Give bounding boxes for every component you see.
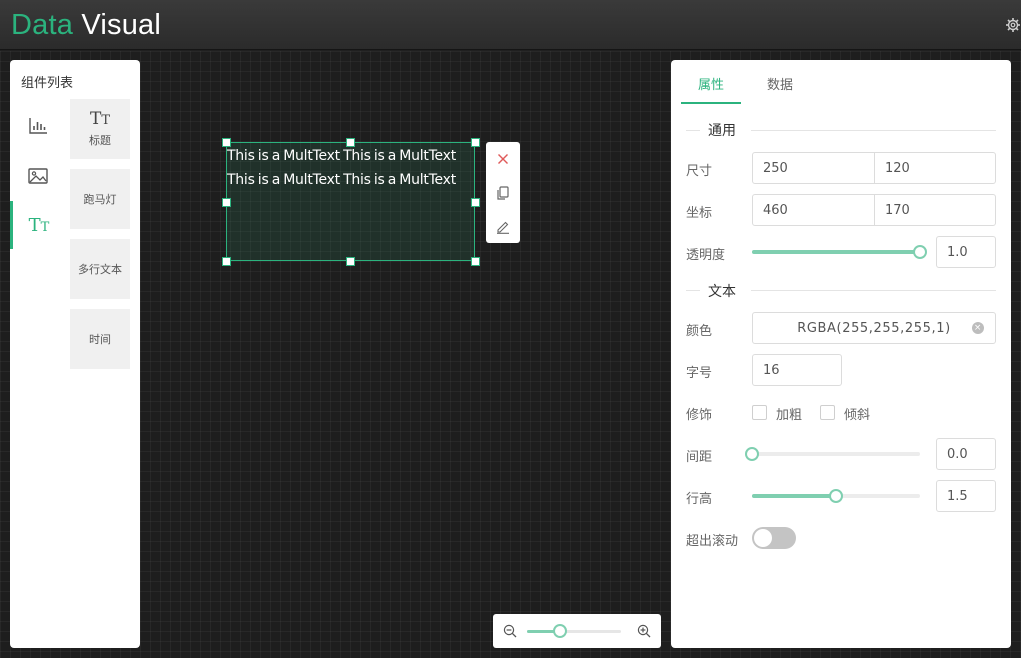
gear-icon[interactable] — [1005, 17, 1021, 33]
spacing-label: 间距 — [686, 450, 713, 465]
position-label: 坐标 — [686, 206, 713, 221]
bold-checkbox[interactable] — [752, 405, 767, 420]
overflow-scroll-label: 超出滚动 — [686, 534, 739, 549]
y-input[interactable]: 170 — [875, 195, 996, 225]
image-icon — [27, 168, 48, 184]
component-title-label: 标题 — [89, 134, 111, 147]
app-header: Data Visual — [0, 0, 1021, 50]
zoom-slider[interactable] — [527, 630, 621, 633]
opacity-slider-fill — [752, 250, 920, 254]
component-multitext-label: 多行文本 — [78, 263, 122, 276]
component-time[interactable]: 时间 — [70, 309, 130, 369]
resize-handle-top-left[interactable] — [222, 138, 231, 147]
category-image[interactable] — [10, 152, 65, 200]
resize-handle-top[interactable] — [346, 138, 355, 147]
edit-button[interactable] — [486, 210, 520, 243]
clear-icon[interactable]: × — [972, 322, 984, 334]
opacity-label: 透明度 — [686, 248, 726, 263]
spacing-slider[interactable] — [752, 452, 920, 456]
zoom-in-icon[interactable] — [637, 624, 651, 638]
overflow-scroll-toggle[interactable] — [752, 527, 796, 549]
logo-visual: Visual — [81, 9, 161, 41]
multitext-widget[interactable]: This is a MultText This is a MultText Th… — [226, 142, 475, 261]
close-icon — [498, 153, 508, 164]
width-input[interactable]: 250 — [753, 153, 874, 183]
color-value: RGBA(255,255,255,1) — [797, 320, 951, 336]
opacity-slider-knob[interactable] — [913, 245, 927, 259]
bar-chart-icon — [28, 118, 47, 134]
size-label: 尺寸 — [686, 164, 713, 179]
section-divider — [751, 290, 996, 291]
component-panel-title: 组件列表 — [21, 76, 74, 91]
component-marquee[interactable]: 跑马灯 — [70, 169, 130, 229]
component-title[interactable]: TT 标题 — [70, 99, 130, 159]
section-divider — [686, 130, 700, 131]
font-size-input[interactable]: 16 — [752, 354, 842, 386]
opacity-slider[interactable] — [752, 250, 920, 254]
font-size-label: 字号 — [686, 366, 713, 381]
resize-handle-left[interactable] — [222, 198, 231, 207]
component-multitext[interactable]: 多行文本 — [70, 239, 130, 299]
logo-data: Data — [11, 9, 74, 41]
component-marquee-label: 跑马灯 — [83, 193, 117, 206]
color-picker[interactable]: RGBA(255,255,255,1) × — [752, 312, 996, 344]
line-height-input[interactable]: 1.5 — [936, 480, 996, 512]
multitext-content: This is a MultText This is a MultText Th… — [227, 148, 456, 188]
zoom-slider-knob[interactable] — [553, 624, 567, 638]
spacing-input[interactable]: 0.0 — [936, 438, 996, 470]
zoom-control — [493, 614, 661, 648]
section-divider — [751, 130, 996, 131]
section-text-title: 文本 — [708, 284, 736, 300]
tab-data[interactable]: 数据 — [767, 74, 793, 93]
copy-icon — [497, 185, 509, 200]
resize-handle-top-right[interactable] — [471, 138, 480, 147]
x-input[interactable]: 460 — [753, 195, 874, 225]
widget-toolbar — [486, 142, 520, 243]
edit-icon — [497, 221, 509, 234]
text-type-icon: TT — [28, 214, 50, 236]
section-divider — [686, 290, 700, 291]
zoom-out-icon[interactable] — [503, 624, 517, 638]
opacity-input[interactable]: 1.0 — [936, 236, 996, 268]
resize-handle-bottom-right[interactable] — [471, 257, 480, 266]
component-panel: 组件列表 TT TT 标题 跑马灯 多行文本 时间 — [10, 60, 140, 648]
tab-properties[interactable]: 属性 — [698, 74, 724, 93]
bold-label[interactable]: 加粗 — [776, 404, 802, 423]
delete-button[interactable] — [486, 142, 520, 175]
properties-panel: 属性 数据 通用 尺寸 250 120 坐标 460 170 透明度 1.0 文… — [671, 60, 1011, 648]
app-logo: Data Visual — [11, 8, 161, 42]
component-time-label: 时间 — [89, 333, 111, 346]
position-input-group: 460 170 — [752, 194, 996, 226]
resize-handle-right[interactable] — [471, 198, 480, 207]
decoration-label: 修饰 — [686, 408, 713, 423]
spacing-slider-knob[interactable] — [745, 447, 759, 461]
italic-label[interactable]: 倾斜 — [844, 404, 870, 423]
height-input[interactable]: 120 — [875, 153, 996, 183]
resize-handle-bottom[interactable] — [346, 257, 355, 266]
size-input-group: 250 120 — [752, 152, 996, 184]
color-label: 颜色 — [686, 324, 713, 339]
section-general-title: 通用 — [708, 123, 736, 139]
toggle-knob — [754, 529, 772, 547]
italic-checkbox[interactable] — [820, 405, 835, 420]
line-height-slider-fill — [752, 494, 836, 498]
copy-button[interactable] — [486, 176, 520, 209]
line-height-label: 行高 — [686, 492, 713, 507]
resize-handle-bottom-left[interactable] — [222, 257, 231, 266]
line-height-slider-knob[interactable] — [829, 489, 843, 503]
category-chart[interactable] — [10, 102, 65, 150]
category-text[interactable]: TT — [10, 201, 65, 249]
active-tab-indicator — [681, 102, 741, 104]
title-text-icon: TT — [89, 109, 110, 129]
